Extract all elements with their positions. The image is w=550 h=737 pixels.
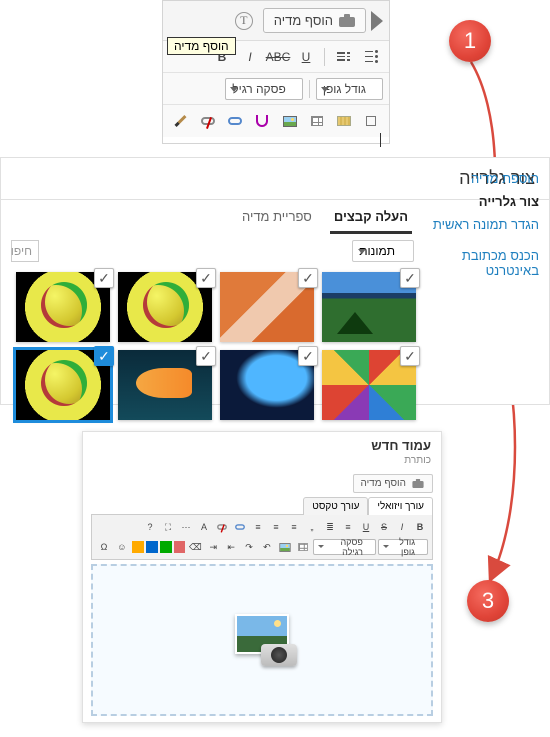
redo-icon[interactable]: ↷ bbox=[241, 539, 257, 555]
media-thumbnail[interactable]: ✓ bbox=[16, 272, 110, 342]
sidebar-item-insert-media[interactable]: הוספת מדיה bbox=[424, 167, 539, 190]
undo-icon[interactable]: ↶ bbox=[259, 539, 275, 555]
font-size-select[interactable]: גודל גופן bbox=[316, 78, 383, 100]
indent-icon[interactable]: ⇤ bbox=[223, 539, 239, 555]
unlink-icon[interactable] bbox=[196, 110, 219, 132]
sidebar-item-create-gallery[interactable]: צור גלרייה bbox=[424, 190, 539, 213]
fullscreen-icon[interactable]: ⛶ bbox=[160, 519, 176, 535]
numbered-list-icon[interactable]: ≣ bbox=[322, 519, 338, 535]
link-icon[interactable] bbox=[232, 519, 248, 535]
page-title-label: עמוד חדש bbox=[93, 438, 431, 453]
add-media-button[interactable]: הוסף מדיה bbox=[263, 8, 366, 33]
paragraph-select[interactable]: פסקה רגיל bbox=[225, 78, 303, 100]
camera-icon bbox=[339, 14, 355, 27]
underline-icon[interactable]: U bbox=[294, 46, 318, 68]
strike-icon[interactable]: S bbox=[376, 519, 392, 535]
media-thumbnail[interactable]: ✓ bbox=[118, 272, 212, 342]
font-size-select[interactable]: גודל גופן bbox=[378, 539, 428, 555]
table-icon[interactable] bbox=[295, 539, 311, 555]
check-icon: ✓ bbox=[400, 268, 420, 288]
color-swatch[interactable] bbox=[160, 541, 172, 553]
ruler-icon[interactable] bbox=[333, 110, 356, 132]
table-icon[interactable] bbox=[305, 110, 328, 132]
add-media-tooltip: הוסף מדיה bbox=[167, 37, 236, 55]
check-icon: ✓ bbox=[196, 346, 216, 366]
strike-icon[interactable]: ABC bbox=[266, 46, 290, 68]
add-media-button-small[interactable]: הוסף מדיה bbox=[353, 474, 433, 493]
bullet-list-icon[interactable]: ≡ bbox=[340, 519, 356, 535]
bold-icon[interactable]: B bbox=[412, 519, 428, 535]
align-left-icon[interactable]: ≡ bbox=[250, 519, 266, 535]
italic-icon[interactable]: I bbox=[238, 46, 262, 68]
align-center-icon[interactable]: ≡ bbox=[268, 519, 284, 535]
tab-text-editor[interactable]: עורך טקסט bbox=[303, 497, 368, 515]
sidebar-item-set-featured[interactable]: הגדר תמונה ראשית bbox=[424, 213, 539, 236]
editor-canvas[interactable] bbox=[91, 564, 433, 716]
add-media-label: הוסף מדיה bbox=[274, 13, 333, 28]
outdent-icon[interactable]: ⇥ bbox=[205, 539, 221, 555]
edit-icon[interactable] bbox=[169, 110, 192, 132]
more-icon[interactable]: ⋯ bbox=[178, 519, 194, 535]
attachment-icon[interactable] bbox=[251, 110, 274, 132]
media-type-select[interactable]: תמונות bbox=[352, 240, 414, 262]
media-thumbnail[interactable]: ✓ bbox=[118, 350, 212, 420]
image-icon[interactable] bbox=[278, 110, 301, 132]
link-icon[interactable] bbox=[224, 110, 247, 132]
mini-toolbar: B I S U ≡ ≣ „ ≡ ≡ ≡ A ⋯ ⛶ ? גודל גופן פס… bbox=[91, 515, 433, 560]
new-page-editor-panel: עמוד חדש כותרת הוסף מדיה עורך ויזואלי עו… bbox=[82, 431, 442, 723]
check-icon: ✓ bbox=[298, 268, 318, 288]
media-thumbnail[interactable]: ✓ bbox=[220, 272, 314, 342]
check-icon: ✓ bbox=[94, 346, 114, 366]
media-thumbnails-grid: ✓ ✓ ✓ ✓ ✓ ✓ ✓ ✓ bbox=[1, 268, 424, 428]
media-thumbnail[interactable]: ✓ bbox=[322, 350, 416, 420]
camera-icon bbox=[412, 479, 423, 488]
step-badge-1: 1 bbox=[449, 20, 491, 62]
eraser-icon[interactable]: ⌫ bbox=[187, 539, 203, 555]
gallery-placeholder-icon bbox=[227, 614, 297, 666]
tab-media-library[interactable]: ספריית מדיה bbox=[238, 202, 316, 234]
special-char-icon[interactable]: Ω bbox=[96, 539, 112, 555]
step-badge-3: 3 bbox=[467, 580, 509, 622]
media-sidebar: הוספת מדיה צור גלרייה הגדר תמונה ראשית ה… bbox=[424, 159, 549, 405]
color-swatch[interactable] bbox=[174, 541, 186, 553]
media-search-input[interactable]: חיפו bbox=[11, 240, 39, 262]
unlink-icon[interactable] bbox=[214, 519, 230, 535]
check-icon: ✓ bbox=[298, 346, 318, 366]
tab-upload-files[interactable]: העלה קבצים bbox=[330, 202, 412, 234]
sidebar-item-from-url[interactable]: הכנס מכתובת באינטרנט bbox=[424, 244, 539, 282]
underline-icon[interactable]: U bbox=[358, 519, 374, 535]
image-icon[interactable] bbox=[277, 539, 293, 555]
numbered-list-icon[interactable] bbox=[331, 46, 355, 68]
insert-shape-icon[interactable] bbox=[360, 110, 383, 132]
italic-icon[interactable]: I bbox=[394, 519, 410, 535]
font-color-icon[interactable]: A bbox=[196, 519, 212, 535]
create-gallery-panel: צור גלרייה הוספת מדיה צור גלרייה הגדר תמ… bbox=[0, 157, 550, 405]
color-swatch[interactable] bbox=[146, 541, 158, 553]
color-swatch[interactable] bbox=[132, 541, 144, 553]
check-icon: ✓ bbox=[94, 268, 114, 288]
media-thumbnail[interactable]: ✓ bbox=[16, 350, 110, 420]
paragraph-select[interactable]: פסקה רגילה bbox=[313, 539, 376, 555]
editor-toolbar-panel: הוסף מדיה T הוסף מדיה U ABC I B גודל גופ… bbox=[162, 0, 390, 144]
emoji-icon[interactable]: ☺ bbox=[114, 539, 130, 555]
align-right-icon[interactable]: ≡ bbox=[286, 519, 302, 535]
pointer-icon bbox=[371, 11, 383, 31]
page-subtitle-label: כותרת bbox=[93, 455, 431, 466]
help-icon[interactable]: ? bbox=[142, 519, 158, 535]
bullet-list-icon[interactable] bbox=[359, 46, 383, 68]
check-icon: ✓ bbox=[400, 346, 420, 366]
font-circle-icon[interactable]: T bbox=[235, 12, 253, 30]
check-icon: ✓ bbox=[196, 268, 216, 288]
media-thumbnail[interactable]: ✓ bbox=[220, 350, 314, 420]
quote-icon[interactable]: „ bbox=[304, 519, 320, 535]
media-thumbnail[interactable]: ✓ bbox=[322, 272, 416, 342]
tab-visual-editor[interactable]: עורך ויזואלי bbox=[368, 497, 433, 515]
